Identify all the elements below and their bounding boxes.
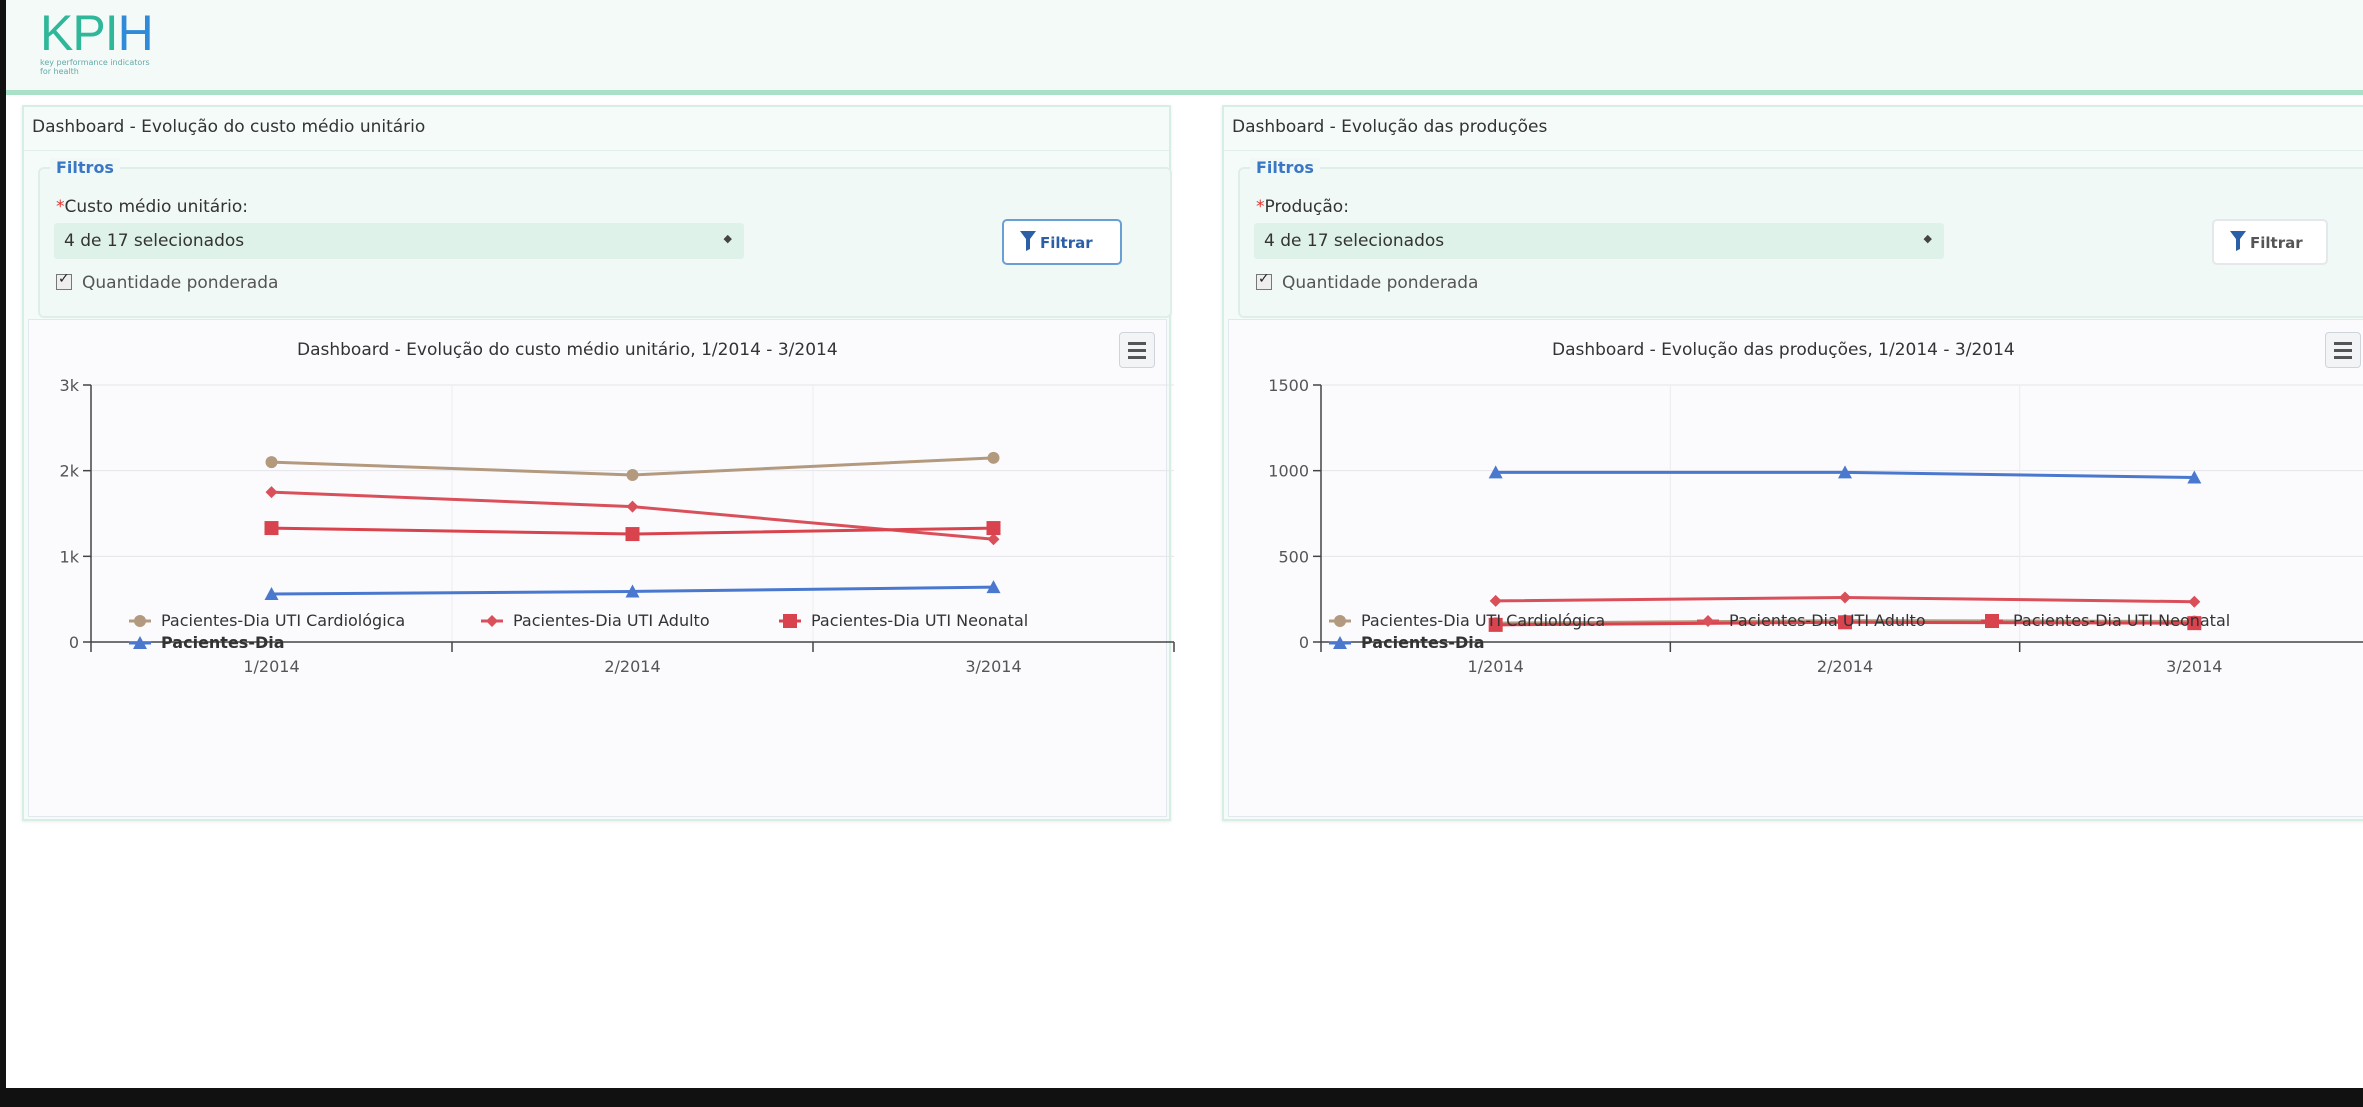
x-tick-label: 3/2014: [2166, 657, 2222, 676]
data-point: [264, 521, 279, 536]
filters-fieldset: Filtros *Produção: 4 de 17 selecionados …: [1238, 158, 2363, 318]
logo[interactable]: KPIH key performance indicators for heal…: [40, 8, 160, 76]
logo-text: KPIH: [40, 8, 160, 58]
filters-legend: Filtros: [50, 158, 120, 177]
filter-label: *Produção:: [1256, 197, 1349, 217]
select-arrow-icon: ◆: [723, 232, 732, 245]
legend-symbol-marker: [486, 615, 498, 627]
y-tick-label: 2k: [60, 462, 80, 481]
data-point: [265, 456, 278, 469]
data-point: [1489, 594, 1502, 607]
legend-item-label: Pacientes-Dia: [161, 633, 285, 652]
data-point: [625, 527, 640, 542]
required-mark: *: [56, 197, 65, 217]
logo-text-accent: H: [117, 5, 154, 61]
legend-item-label: Pacientes-Dia UTI Neonatal: [2013, 611, 2230, 630]
panel-producoes: Dashboard - Evolução das produções Filtr…: [1222, 105, 2363, 821]
filter-funnel-icon: [1020, 231, 1036, 255]
checkbox-label: Quantidade ponderada: [82, 273, 279, 293]
y-tick-label: 0: [1299, 633, 1309, 652]
chart-container: Dashboard - Evolução das produções, 1/20…: [1228, 319, 2363, 817]
data-point: [987, 451, 1000, 464]
y-tick-label: 1500: [1268, 376, 1309, 395]
x-tick-label: 2/2014: [1817, 657, 1873, 676]
panel-custo-medio: Dashboard - Evolução do custo médio unit…: [22, 105, 1175, 821]
y-tick-label: 0: [69, 633, 79, 652]
y-tick-label: 1k: [60, 547, 80, 566]
data-point: [986, 521, 1001, 536]
producao-select[interactable]: 4 de 17 selecionados ◆: [1254, 223, 1944, 259]
quantidade-ponderada-checkbox[interactable]: [56, 271, 72, 290]
app-window: KPIH key performance indicators for heal…: [0, 0, 2363, 1107]
filtrar-button[interactable]: Filtrar: [2212, 219, 2328, 265]
legend-symbol-marker: [783, 614, 797, 628]
legend-symbol-marker: [1334, 615, 1346, 627]
legend-item-label: Pacientes-Dia: [1361, 633, 1485, 652]
filtrar-button-label: Filtrar: [2250, 234, 2303, 252]
x-tick-label: 1/2014: [243, 657, 299, 676]
data-point: [626, 468, 639, 481]
filter-label-text: Custo médio unitário:: [64, 197, 249, 217]
filter-label: *Custo médio unitário:: [56, 197, 248, 217]
divider: [1224, 150, 2363, 151]
legend-item-label: Pacientes-Dia UTI Cardiológica: [161, 611, 405, 630]
legend-item-label: Pacientes-Dia UTI Adulto: [513, 611, 710, 630]
legend-symbol-marker: [134, 615, 146, 627]
filtrar-button[interactable]: Filtrar: [1002, 219, 1122, 265]
select-arrow-icon: ◆: [1923, 232, 1932, 245]
x-tick-label: 1/2014: [1468, 657, 1524, 676]
y-tick-label: 500: [1278, 547, 1309, 566]
logo-text-main: KPI: [40, 5, 119, 61]
data-point: [626, 500, 639, 513]
line-chart: 0 500 1000 1500 1/2014 2/2014 3/2014 Pacientes-…: [1268, 376, 2363, 676]
divider: [24, 150, 1169, 151]
screen-edge-left: [0, 0, 6, 1107]
legend-item-label: Pacientes-Dia UTI Adulto: [1729, 611, 1926, 630]
filter-label-text: Produção:: [1264, 197, 1349, 217]
data-point: [1839, 591, 1851, 604]
y-tick-label: 1000: [1268, 462, 1309, 481]
data-point: [265, 486, 278, 499]
filter-funnel-icon: [2230, 231, 2246, 255]
checkbox-label: Quantidade ponderada: [1282, 273, 1479, 293]
checkbox-row[interactable]: Quantidade ponderada: [56, 271, 279, 293]
panel-title: Dashboard - Evolução das produções: [1232, 117, 1548, 137]
select-value: 4 de 17 selecionados: [64, 231, 245, 251]
legend-item-label: Pacientes-Dia UTI Neonatal: [811, 611, 1028, 630]
legend-symbol-marker: [1985, 614, 1999, 628]
screen-edge-bottom: [0, 1088, 2363, 1107]
filters-legend: Filtros: [1250, 158, 1320, 177]
custo-medio-select[interactable]: 4 de 17 selecionados ◆: [54, 223, 744, 259]
legend-symbol-marker: [1702, 615, 1714, 627]
logo-tagline: key performance indicators for health: [40, 58, 150, 76]
select-value: 4 de 17 selecionados: [1264, 231, 1445, 251]
line-chart: 0 1k 2k 3k 1/2014 2/2014 3/2014 Pacientes-Dia U…: [60, 376, 1175, 676]
x-tick-label: 2/2014: [604, 657, 660, 676]
checkbox-row[interactable]: Quantidade ponderada: [1256, 271, 1479, 293]
data-point: [2188, 595, 2201, 608]
top-header: KPIH key performance indicators for heal…: [6, 0, 2363, 95]
legend-item-label: Pacientes-Dia UTI Cardiológica: [1361, 611, 1605, 630]
filtrar-button-label: Filtrar: [1040, 234, 1093, 252]
panel-title: Dashboard - Evolução do custo médio unit…: [32, 117, 426, 137]
required-mark: *: [1256, 197, 1265, 217]
x-tick-label: 3/2014: [965, 657, 1021, 676]
quantidade-ponderada-checkbox[interactable]: [1256, 271, 1272, 290]
chart-container: Dashboard - Evolução do custo médio unit…: [28, 319, 1175, 817]
y-tick-label: 3k: [60, 376, 80, 395]
